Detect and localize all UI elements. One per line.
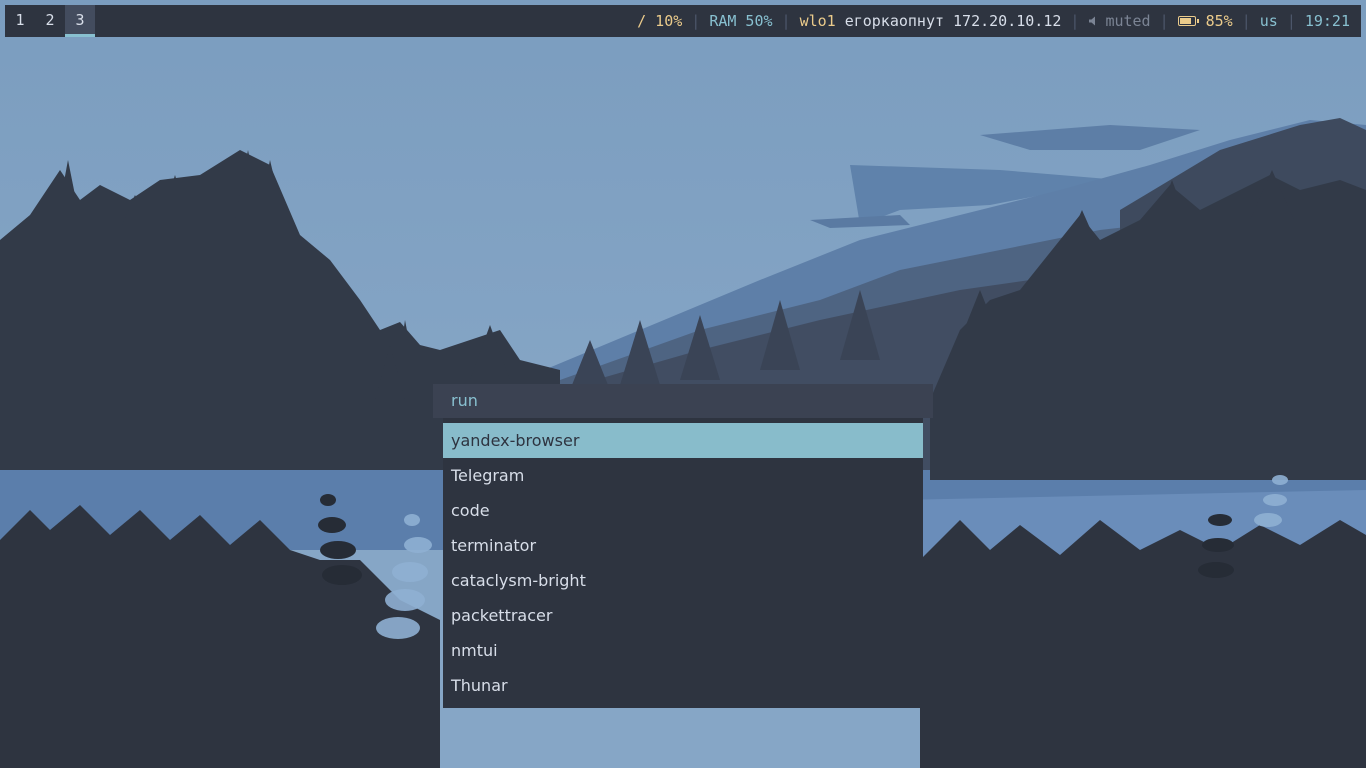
speaker-icon xyxy=(1089,16,1096,26)
clock: 19:21 xyxy=(1304,12,1350,30)
battery-icon xyxy=(1177,16,1199,26)
launcher-prompt[interactable]: run xyxy=(433,384,933,418)
volume-status[interactable]: muted xyxy=(1105,6,1150,36)
launcher-item[interactable]: cataclysm-bright xyxy=(443,563,923,598)
workspace-3[interactable]: 3 xyxy=(65,5,95,37)
workspace-switcher: 1 2 3 xyxy=(5,5,95,37)
workspace-1[interactable]: 1 xyxy=(5,5,35,37)
top-bar: 1 2 3 / 10% | RAM 50% | wlo1 егоркаопнут… xyxy=(5,5,1361,37)
workspace-2[interactable]: 2 xyxy=(35,5,65,37)
launcher-item[interactable]: Telegram xyxy=(443,458,923,493)
wifi-ssid: егоркаопнут xyxy=(844,12,945,30)
battery-level: 85% xyxy=(1205,12,1233,30)
launcher-item[interactable]: Thunar xyxy=(443,668,923,703)
launcher-item[interactable]: nmtui xyxy=(443,633,923,668)
app-launcher: run yandex-browser Telegram code termina… xyxy=(433,384,933,708)
launcher-results: yandex-browser Telegram code terminator … xyxy=(443,423,923,703)
wifi-ip: 172.20.10.12 xyxy=(953,12,1062,30)
launcher-item[interactable]: code xyxy=(443,493,923,528)
wifi-interface: wlo1 xyxy=(799,12,836,30)
launcher-item[interactable]: terminator xyxy=(443,528,923,563)
ram-usage: RAM 50% xyxy=(709,12,773,30)
disk-usage: / 10% xyxy=(637,12,683,30)
launcher-item[interactable]: packettracer xyxy=(443,598,923,633)
keyboard-layout[interactable]: us xyxy=(1260,6,1278,36)
status-area: / 10% | RAM 50% | wlo1 егоркаопнут 172.2… xyxy=(637,5,1350,37)
launcher-item[interactable]: yandex-browser xyxy=(443,423,923,458)
